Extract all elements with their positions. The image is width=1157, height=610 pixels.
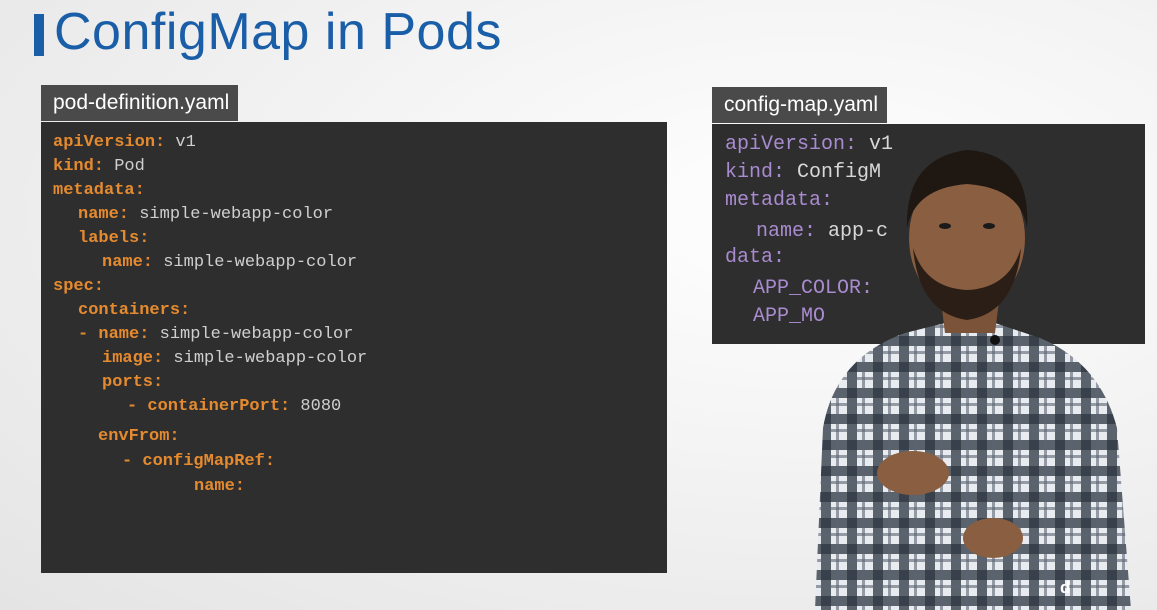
watermark-text: d (1060, 578, 1071, 597)
code-line: ports: (102, 373, 164, 392)
code-line: spec: (53, 277, 105, 296)
code-line: image: simple-webapp-color (102, 349, 368, 368)
code-line: - containerPort: 8080 (127, 397, 342, 416)
code-line: name: simple-webapp-color (102, 253, 358, 272)
file-tab-config-map: config-map.yaml (712, 87, 888, 123)
code-line: name: (194, 477, 246, 496)
code-line: - configMapRef: (122, 452, 276, 471)
code-line: metadata: (53, 181, 145, 200)
code-line: kind: Pod (53, 157, 145, 176)
code-line: name: simple-webapp-color (78, 205, 334, 224)
code-line: envFrom: (98, 427, 180, 446)
file-tab-pod-definition: pod-definition.yaml (41, 85, 239, 121)
title-accent-bar (34, 14, 44, 56)
slide-title: ConfigMap in Pods (54, 3, 502, 61)
code-line: apiVersion: v1 (53, 133, 196, 152)
presenter-figure (815, 150, 1131, 610)
code-line: data: (725, 246, 786, 269)
code-line: labels: (78, 229, 150, 248)
code-panel-pod-definition: apiVersion: v1 kind: Pod metadata: name:… (41, 122, 667, 573)
code-line: - name: simple-webapp-color (78, 325, 354, 344)
code-line: containers: (78, 301, 191, 320)
